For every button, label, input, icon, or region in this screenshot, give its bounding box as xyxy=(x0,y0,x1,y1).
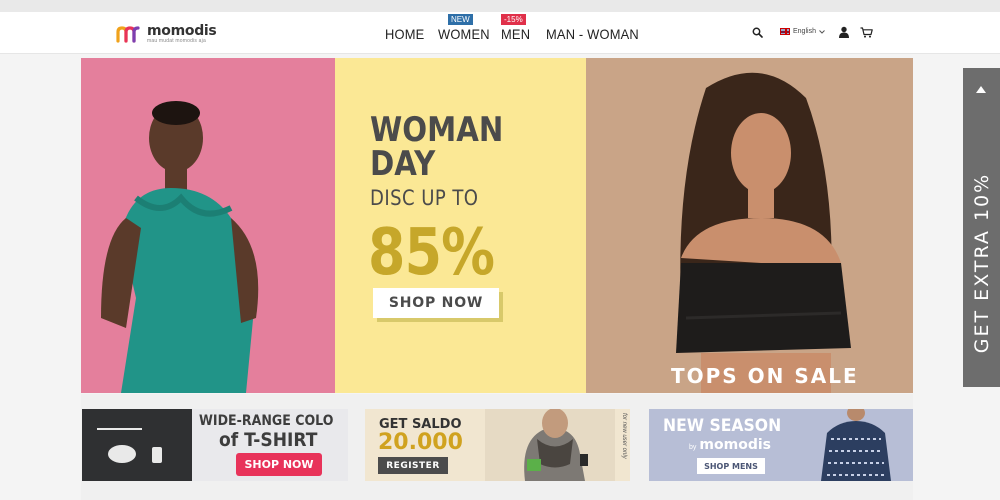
new-season-model-image xyxy=(799,409,913,481)
promo-title-line2: DAY xyxy=(370,144,436,184)
hero-model-right: TOPS ON SALE xyxy=(586,58,913,393)
tshirt-banner-subtitle: of T-SHIRT xyxy=(219,429,318,451)
tops-on-sale-label: TOPS ON SALE xyxy=(671,364,859,388)
tshirt-shop-now-button[interactable]: SHOP NOW xyxy=(236,453,322,476)
get-extra-tab[interactable]: GET EXTRA 10% xyxy=(963,68,1000,387)
promo-title: WOMAN DAY xyxy=(370,113,503,181)
hero-promo: WOMAN DAY DISC UP TO 85% SHOP NOW xyxy=(335,58,586,393)
promo-discount: 85% xyxy=(368,216,495,290)
hero-banner[interactable]: WOMAN DAY DISC UP TO 85% SHOP NOW TOPS O… xyxy=(81,58,913,393)
flag-icon xyxy=(780,28,790,35)
search-icon[interactable] xyxy=(752,27,763,38)
header-tools: English xyxy=(0,12,1000,54)
new-season-brand-name: momodis xyxy=(699,437,771,453)
promo-title-line1: WOMAN xyxy=(370,110,504,150)
register-button[interactable]: REGISTER xyxy=(378,457,448,474)
new-season-title: NEW SEASON xyxy=(663,416,782,436)
cart-icon[interactable] xyxy=(860,27,873,38)
tshirt-banner[interactable]: WIDE-RANGE COLO of T-SHIRT SHOP NOW xyxy=(82,409,348,481)
promo-banners: WIDE-RANGE COLO of T-SHIRT SHOP NOW GET … xyxy=(81,394,913,500)
model-right-image xyxy=(586,58,913,393)
get-extra-label: GET EXTRA 10% xyxy=(970,172,993,354)
language-label: English xyxy=(793,28,816,35)
tshirt-image xyxy=(82,409,192,481)
user-icon[interactable] xyxy=(838,26,850,38)
hero-model-left xyxy=(81,58,335,393)
new-season-banner[interactable]: NEW SEASON by momodis SHOP MENS xyxy=(649,409,913,481)
language-selector[interactable]: English xyxy=(780,28,825,35)
model-left-image xyxy=(81,58,335,393)
saldo-banner[interactable]: GET SALDO 20.000 REGISTER for new user o… xyxy=(365,409,630,481)
shop-now-button[interactable]: SHOP NOW xyxy=(373,288,499,318)
new-season-by: by xyxy=(689,444,697,451)
saldo-amount: 20.000 xyxy=(378,430,463,455)
new-season-brand: by momodis xyxy=(689,437,771,453)
chevron-down-icon xyxy=(819,29,825,34)
top-strip xyxy=(0,0,1000,12)
shop-mens-button[interactable]: SHOP MENS xyxy=(697,458,765,474)
saldo-note: for new user only xyxy=(621,413,627,459)
promo-subtitle: DISC UP TO xyxy=(370,186,479,210)
tshirt-banner-title: WIDE-RANGE COLO xyxy=(199,413,334,429)
saldo-image xyxy=(485,409,615,481)
